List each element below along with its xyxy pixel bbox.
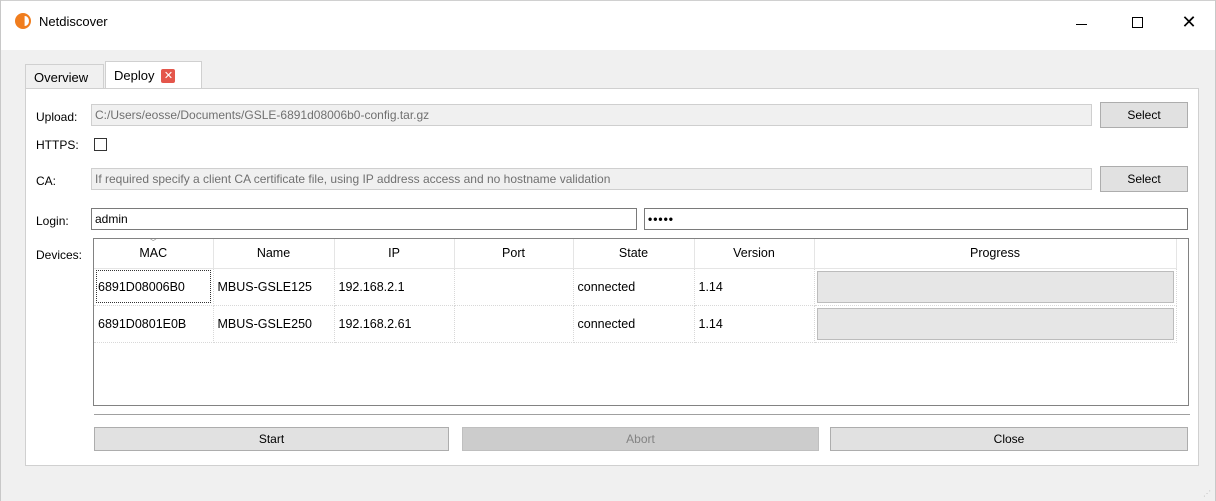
- separator-line: [94, 414, 1190, 415]
- column-header-progress[interactable]: Progress: [814, 239, 1177, 269]
- devices-table: ﹀ MAC Name IP Port State Version Progres…: [93, 238, 1189, 406]
- resize-grip-icon[interactable]: ⋰: [1203, 489, 1211, 498]
- column-header-ip[interactable]: IP: [334, 239, 455, 269]
- cell-mac[interactable]: 6891D08006B0: [94, 268, 214, 306]
- login-password-input[interactable]: •••••: [644, 208, 1188, 230]
- https-checkbox[interactable]: [94, 138, 107, 151]
- close-button[interactable]: Close: [830, 427, 1188, 451]
- cell-version[interactable]: 1.14: [694, 305, 815, 343]
- window-title: Netdiscover: [39, 14, 108, 29]
- column-header-version[interactable]: Version: [694, 239, 815, 269]
- cell-progress[interactable]: [814, 305, 1177, 343]
- ca-certificate-field[interactable]: If required specify a client CA certific…: [91, 168, 1092, 190]
- cell-port[interactable]: [454, 268, 574, 306]
- table-row[interactable]: 6891D08006B0 MBUS-GSLE125 192.168.2.1 co…: [94, 268, 1177, 306]
- upload-label: Upload:: [36, 110, 78, 124]
- cell-version[interactable]: 1.14: [694, 268, 815, 306]
- close-window-button[interactable]: ✕: [1166, 1, 1212, 43]
- cell-ip[interactable]: 192.168.2.1: [334, 268, 455, 306]
- title-bar: Netdiscover ✕: [1, 0, 1215, 50]
- https-label: HTTPS:: [36, 138, 79, 152]
- netdiscover-window: Netdiscover ✕ Overview Deploy ✕ Upload: …: [0, 0, 1216, 501]
- minimize-button[interactable]: [1058, 1, 1104, 43]
- tab-deploy[interactable]: Deploy ✕: [105, 61, 202, 89]
- column-header-state[interactable]: State: [573, 239, 695, 269]
- cell-port[interactable]: [454, 305, 574, 343]
- cell-name[interactable]: MBUS-GSLE250: [213, 305, 335, 343]
- ca-label: CA:: [36, 174, 57, 188]
- cell-state[interactable]: connected: [573, 305, 695, 343]
- table-row[interactable]: 6891D0801E0B MBUS-GSLE250 192.168.2.61 c…: [94, 305, 1177, 343]
- column-header-port[interactable]: Port: [454, 239, 574, 269]
- progress-bar: [816, 307, 1174, 340]
- cell-name[interactable]: MBUS-GSLE125: [213, 268, 335, 306]
- close-icon: ✕: [1181, 12, 1197, 32]
- login-username-input[interactable]: admin: [91, 208, 637, 230]
- table-header-row: ﹀ MAC Name IP Port State Version Progres…: [94, 238, 1177, 269]
- select-upload-button[interactable]: Select: [1100, 102, 1188, 128]
- tab-close-icon[interactable]: ✕: [161, 68, 176, 83]
- netdiscover-logo-icon: [15, 13, 31, 29]
- progress-bar: [816, 270, 1174, 303]
- maximize-icon: [1131, 16, 1143, 28]
- tab-overview[interactable]: Overview: [25, 64, 104, 89]
- sort-indicator-icon: ﹀: [149, 238, 158, 247]
- cell-mac[interactable]: 6891D0801E0B: [94, 305, 214, 343]
- tab-deploy-label: Deploy: [114, 68, 155, 83]
- start-button[interactable]: Start: [94, 427, 449, 451]
- column-header-name[interactable]: Name: [213, 239, 335, 269]
- minimize-icon: [1075, 23, 1087, 25]
- maximize-button[interactable]: [1114, 1, 1160, 43]
- cell-state[interactable]: connected: [573, 268, 695, 306]
- tab-overview-label: Overview: [34, 69, 89, 85]
- devices-label: Devices:: [36, 248, 83, 262]
- cell-ip[interactable]: 192.168.2.61: [334, 305, 455, 343]
- column-header-mac[interactable]: ﹀ MAC: [94, 238, 214, 269]
- upload-path-field[interactable]: C:/Users/eosse/Documents/GSLE-6891d08006…: [91, 104, 1092, 126]
- cell-progress[interactable]: [814, 268, 1177, 306]
- select-ca-button[interactable]: Select: [1100, 166, 1188, 192]
- login-label: Login:: [36, 214, 69, 228]
- abort-button[interactable]: Abort: [462, 427, 819, 451]
